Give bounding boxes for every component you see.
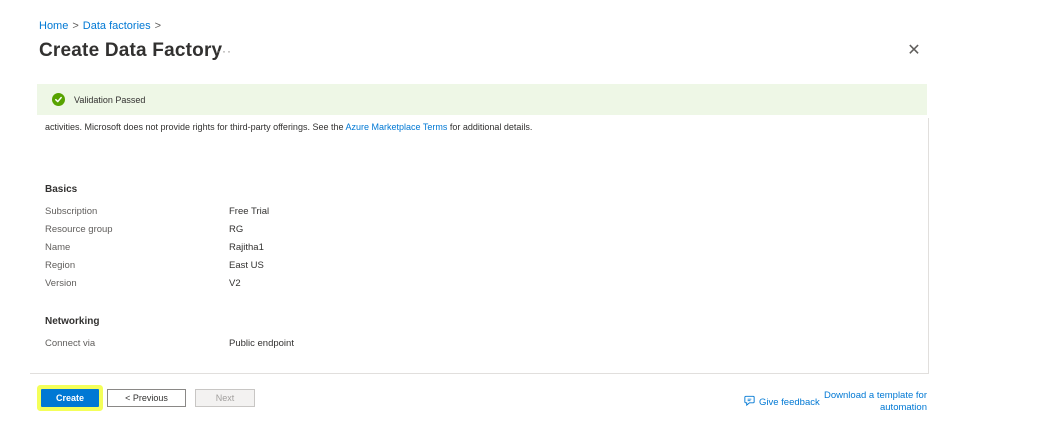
check-circle-icon [52, 93, 65, 106]
breadcrumb-home-link[interactable]: Home [39, 20, 68, 32]
terms-text-before: activities. Microsoft does not provide r… [45, 122, 346, 132]
version-label: Version [45, 278, 77, 289]
connect-via-value: Public endpoint [229, 338, 294, 349]
feedback-icon [743, 394, 756, 410]
content-divider [928, 118, 929, 373]
close-icon[interactable]: ✕ [905, 42, 923, 60]
connect-via-label: Connect via [45, 338, 96, 349]
give-feedback-link[interactable]: Give feedback [743, 394, 820, 410]
subscription-value: Free Trial [229, 206, 270, 217]
previous-button[interactable]: < Previous [107, 389, 186, 407]
next-button[interactable]: Next [195, 389, 255, 407]
region-label: Region [45, 260, 76, 271]
create-button[interactable]: Create [41, 389, 99, 407]
validation-banner: Validation Passed [37, 84, 927, 115]
networking-heading: Networking [45, 316, 100, 327]
give-feedback-label: Give feedback [759, 396, 820, 408]
name-value: Rajitha1 [229, 242, 264, 253]
version-value: V2 [229, 278, 241, 289]
resource-group-value: RG [229, 224, 244, 235]
breadcrumb-separator: > [72, 20, 79, 32]
azure-marketplace-terms-link[interactable]: Azure Marketplace Terms [345, 122, 447, 132]
breadcrumb-data-factories-link[interactable]: Data factories [83, 20, 151, 32]
region-value: East US [229, 260, 264, 271]
breadcrumb: Home > Data factories > [39, 20, 161, 32]
resource-group-label: Resource group [45, 224, 113, 235]
validation-status-text: Validation Passed [74, 94, 146, 105]
terms-text-after: for additional details. [447, 122, 533, 132]
terms-text: activities. Microsoft does not provide r… [45, 121, 565, 134]
subscription-label: Subscription [45, 206, 98, 217]
basics-heading: Basics [45, 184, 78, 195]
footer-divider [30, 373, 929, 374]
breadcrumb-separator: > [154, 20, 162, 32]
download-template-link[interactable]: Download a template for automation [822, 390, 927, 410]
page-title: Create Data Factory [39, 40, 223, 61]
name-label: Name [45, 242, 71, 253]
more-options-icon[interactable]: ··· [217, 44, 232, 58]
